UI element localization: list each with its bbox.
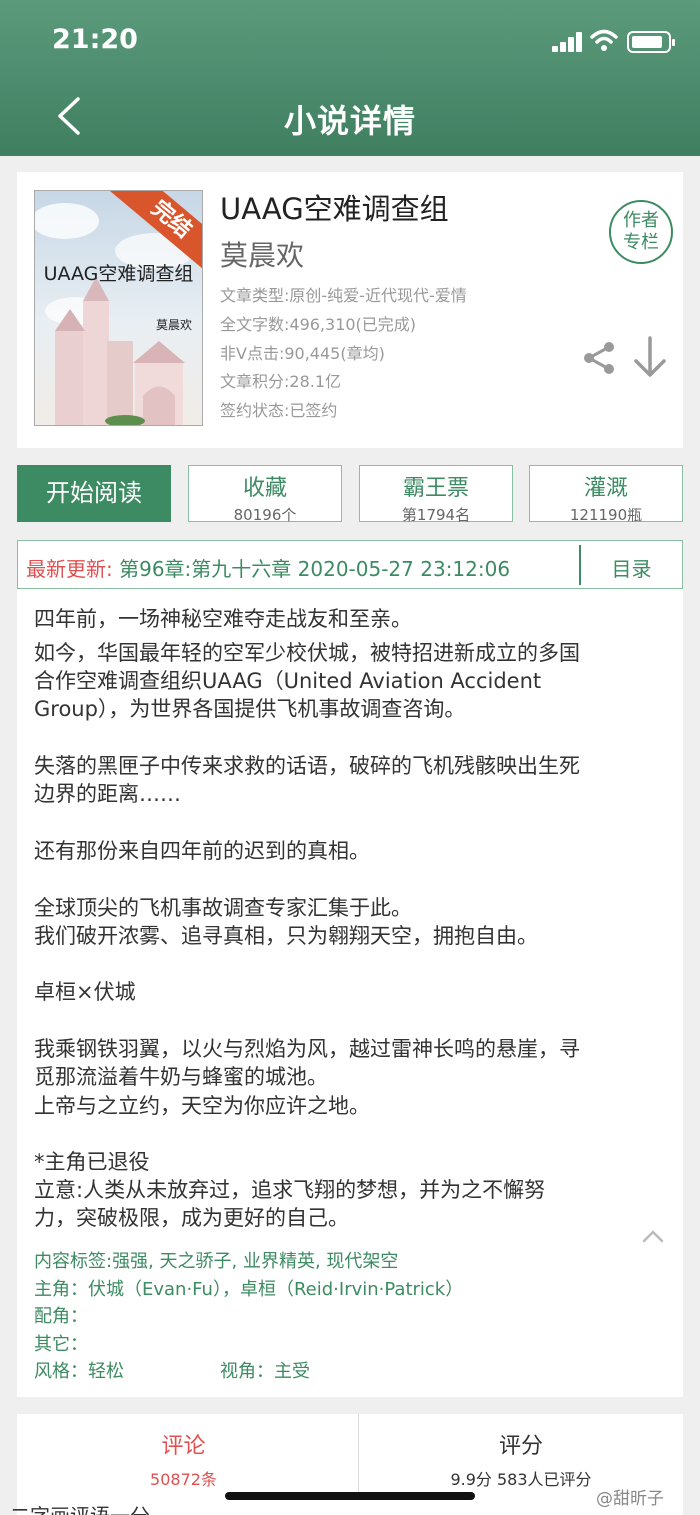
top-bar: 21:20 小说详情 [0,0,700,156]
battery-icon [627,31,675,53]
share-icon[interactable] [581,340,617,376]
home-indicator[interactable] [225,1492,475,1500]
comments-count: 50872条 [150,1470,217,1489]
intro-line: 全球顶尖的飞机事故调查专家汇集于此。 [34,896,412,920]
intro-line: 我乘钢铁羽翼，以火与烈焰为风，越过雷神长鸣的悬崖，寻 [34,1037,580,1061]
irrigate-button[interactable]: 灌溉 121190瓶 [529,465,683,524]
irrigate-label: 灌溉 [583,476,628,501]
comments-label: 评论 [161,1434,206,1459]
intro-line: 失落的黑匣子中传来求救的话语，破碎的飞机残骸映出生死 [34,754,580,778]
protagonists: 主角：伏城（Evan·Fu），卓桓（Reid·Irvin·Patrick） [34,1279,464,1300]
rating-tab[interactable]: 评分 9.9分 583人已评分 [359,1414,683,1494]
others: 其它： [34,1334,88,1355]
intro-line: 我们破开浓雾、追寻真相，只为翱翔天空，拥抱自由。 [34,924,538,948]
toc-button[interactable]: 目录 [581,553,682,582]
partial-review-text: 二字画评语一分 [10,1500,150,1515]
intro-line: 四年前，一场神秘空难夺走战友和至亲。 [34,607,412,631]
book-title: UAAG空难调查组 [220,192,449,226]
intro-line: 如今，华国最年轻的空军少校伏城，被特招进新成立的多国 [34,641,580,665]
meta-type: 文章类型:原创-纯爱-近代现代-爱情 [220,286,467,305]
author-column-button[interactable]: 作者 专栏 [609,200,673,264]
latest-update-label: 最新更新: [26,557,113,581]
intro-line: 卓桓×伏城 [34,980,136,1004]
latest-update-bar[interactable]: 最新更新: 第96章:第九十六章 2020-05-27 23:12:06 目录 [17,540,683,589]
cover-author: 莫晨欢 [155,318,192,332]
book-cover[interactable]: 完结 UAAG空难调查组 莫晨欢 [34,190,203,426]
start-reading-button[interactable]: 开始阅读 [17,465,171,522]
watermark: @甜昕子 [596,1489,664,1509]
collect-button[interactable]: 收藏 80196个 [188,465,342,524]
rating-label: 评分 [498,1434,543,1459]
intro-line: 力，突破极限，成为更好的自己。 [34,1206,349,1230]
content-tags[interactable]: 内容标签:强强, 天之骄子, 业界精英, 现代架空 [34,1247,398,1273]
intro-line: 还有那份来自四年前的迟到的真相。 [34,839,370,863]
author-column-line1: 作者 [623,210,659,231]
meta-contract: 签约状态:已签约 [220,401,338,420]
bawang-rank: 第1794名 [401,506,471,524]
intro-section: 四年前，一场神秘空难夺走战友和至亲。 如今，华国最年轻的空军少校伏城，被特招进新… [17,589,683,1397]
collect-label: 收藏 [242,476,287,501]
irrigate-count: 121190瓶 [569,506,643,524]
author-column-line2: 专栏 [623,232,659,253]
wifi-icon [590,29,618,51]
style: 风格：轻松 [34,1361,124,1382]
page-title: 小说详情 [283,102,416,140]
collapse-icon[interactable] [642,1229,664,1243]
intro-line: 合作空难调查组织UAAG（United Aviation Accident [34,669,542,693]
download-icon[interactable] [632,336,668,378]
meta-word-count: 全文字数:496,310(已完成) [220,315,417,334]
book-author[interactable]: 莫晨欢 [220,234,304,274]
perspective: 视角：主受 [220,1361,310,1382]
latest-chapter: 第96章:第九十六章 2020-05-27 23:12:06 [119,557,511,581]
intro-line: Group），为世界各国提供飞机事故调查咨询。 [34,697,466,721]
bawang-label: 霸王票 [402,476,469,501]
meta-clicks: 非Ⅴ点击:90,445(章均) [220,344,385,363]
collect-count: 80196个 [233,506,297,524]
signal-icon [552,32,584,52]
latest-update-text[interactable]: 最新更新: 第96章:第九十六章 2020-05-27 23:12:06 [26,553,510,582]
cover-title: UAAG空难调查组 [43,263,194,285]
status-time: 21:20 [52,24,138,55]
intro-line: 觅那流溢着牛奶与蜂蜜的城池。 [34,1065,328,1089]
book-card: 完结 UAAG空难调查组 莫晨欢 UAAG空难调查组 莫晨欢 文章类型:原创-纯… [17,172,683,448]
comments-tab[interactable]: 评论 50872条 [17,1414,350,1494]
supporting-roles: 配角： [34,1306,88,1327]
intro-line: 边界的距离…… [34,782,181,806]
bawang-ticket-button[interactable]: 霸王票 第1794名 [359,465,513,524]
meta-score: 文章积分:28.1亿 [220,372,342,391]
intro-line: 上帝与之立约，天空为你应许之地。 [34,1094,370,1118]
intro-line: *主角已退役 [34,1150,150,1174]
intro-line: 立意:人类从未放弃过，追求飞翔的梦想，并为之不懈努 [34,1178,546,1202]
